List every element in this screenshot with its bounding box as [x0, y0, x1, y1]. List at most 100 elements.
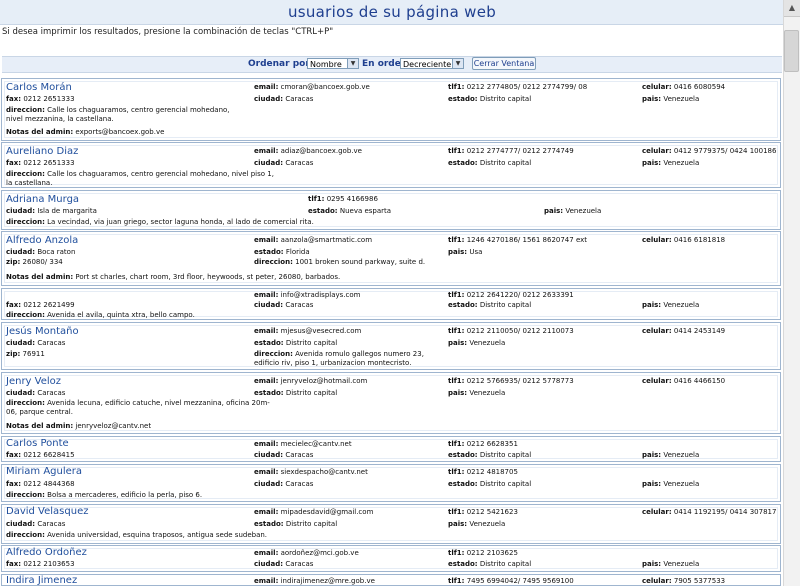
field-label: fax: [6, 95, 22, 103]
user-name[interactable]: Alfredo Anzola [6, 235, 78, 246]
field-value: mipadesdavid@gmail.com [280, 508, 374, 516]
tlf1-field: tlf1: 0212 6628351 [448, 440, 518, 448]
user-card: email: info@xtradisplays.com tlf1: 0212 … [1, 288, 781, 320]
email-field: email: mecielec@cantv.net [254, 440, 352, 448]
field-label: tlf1: [448, 236, 465, 244]
estado-field: estado: Distrito capital [254, 389, 337, 397]
field-value: 0212 2774805/ 0212 2774799/ 08 [466, 83, 588, 91]
field-value: siexdespacho@cantv.net [280, 468, 368, 476]
field-label: celular: [642, 236, 672, 244]
header-bar: usuarios de su página web [0, 0, 784, 25]
user-name[interactable]: Jenry Veloz [6, 376, 61, 387]
field-value: Avenida lecuna, edificio catuche, nivel … [6, 399, 270, 416]
direccion-field: direccion: Bolsa a mercaderes, edificio … [6, 491, 202, 499]
user-name[interactable]: Alfredo Ordoñez [6, 547, 87, 558]
user-name[interactable]: Aureliano Diaz [6, 146, 78, 157]
field-label: direccion: [6, 106, 45, 114]
field-value: 0212 4844368 [23, 480, 75, 488]
field-value: Distrito capital [479, 301, 532, 309]
scroll-up-arrow-icon[interactable]: ▲ [784, 0, 800, 17]
tlf1-field: tlf1: 0212 2641220/ 0212 2633391 [448, 291, 574, 299]
field-label: ciudad: [254, 560, 284, 568]
direccion-field: direccion: Calle los chaguaramos, centro… [6, 106, 246, 124]
zip-field: zip: 26080/ 334 [6, 258, 63, 266]
field-label: direccion: [6, 399, 45, 407]
estado-field: estado: Distrito capital [448, 480, 531, 488]
fax-field: fax: 0212 2651333 [6, 159, 75, 167]
pais-field: pais: Venezuela [642, 159, 699, 167]
email-field: email: jenryveloz@hotmail.com [254, 377, 367, 385]
field-label: tlf1: [448, 468, 465, 476]
field-label: pais: [642, 301, 662, 309]
field-label: celular: [642, 577, 672, 585]
pais-field: pais: Venezuela [642, 560, 699, 568]
field-label: direccion: [6, 170, 45, 178]
field-value: 0212 2110050/ 0212 2110073 [466, 327, 574, 335]
field-value: Venezuela [469, 520, 506, 528]
field-value: Boca raton [37, 248, 76, 256]
close-window-button[interactable]: Cerrar Ventana [472, 57, 536, 70]
tlf1-field: tlf1: 0295 4166986 [308, 195, 378, 203]
field-value: 0414 1192195/ 0414 307817 [673, 508, 777, 516]
direccion-field: direccion: Avenida lecuna, edificio catu… [6, 399, 276, 417]
tlf1-field: tlf1: 7495 6994042/ 7495 9569100 [448, 577, 574, 585]
field-value: Distrito capital [285, 339, 338, 347]
user-name[interactable]: Miriam Agulera [6, 466, 82, 477]
field-label: pais: [642, 159, 662, 167]
field-label: celular: [642, 83, 672, 91]
pais-field: pais: Venezuela [642, 480, 699, 488]
direccion-field: direccion: Avenida universidad, esquina … [6, 531, 267, 539]
chevron-down-icon: ▼ [452, 59, 463, 68]
estado-field: estado: Distrito capital [254, 520, 337, 528]
user-name[interactable]: Adriana Murga [6, 194, 79, 205]
scroll-thumb[interactable] [784, 30, 799, 72]
field-value: Caracas [37, 389, 66, 397]
chevron-down-icon: ▼ [347, 59, 358, 68]
field-label: email: [254, 291, 279, 299]
field-label: pais: [448, 339, 468, 347]
field-label: email: [254, 577, 279, 585]
field-value: Nueva esparta [339, 207, 392, 215]
field-value: Distrito capital [285, 520, 338, 528]
user-name[interactable]: Carlos Ponte [6, 438, 69, 449]
field-label: ciudad: [6, 339, 36, 347]
field-label: ciudad: [254, 451, 284, 459]
field-label: ciudad: [254, 480, 284, 488]
field-label: email: [254, 468, 279, 476]
field-label: ciudad: [6, 389, 36, 397]
order-by-select[interactable]: Nombre ▼ [307, 58, 359, 69]
email-field: email: mipadesdavid@gmail.com [254, 508, 373, 516]
field-value: 76911 [22, 350, 45, 358]
field-label: estado: [308, 207, 338, 215]
estado-field: estado: Distrito capital [448, 560, 531, 568]
user-name[interactable]: Jesús Montaño [6, 326, 79, 337]
fax-field: fax: 0212 6628415 [6, 451, 75, 459]
field-value: 0212 5766935/ 0212 5778773 [466, 377, 574, 385]
estado-field: estado: Distrito capital [448, 301, 531, 309]
field-label: tlf1: [448, 327, 465, 335]
field-label: celular: [642, 327, 672, 335]
user-card: Adriana Murga tlf1: 0295 4166986 ciudad:… [1, 190, 781, 230]
field-label: ciudad: [6, 520, 36, 528]
field-value: Distrito capital [479, 480, 532, 488]
field-label: estado: [448, 451, 478, 459]
tlf1-field: tlf1: 1246 4270186/ 1561 8620747 ext [448, 236, 587, 244]
tlf1-field: tlf1: 0212 2774777/ 0212 2774749 [448, 147, 574, 155]
user-name[interactable]: David Velasquez [6, 506, 88, 517]
field-label: email: [254, 147, 279, 155]
field-label: pais: [544, 207, 564, 215]
order-select[interactable]: Decreciente ▼ [400, 58, 464, 69]
field-label: Notas del admin: [6, 422, 74, 430]
user-name[interactable]: Indira Jimenez [6, 575, 77, 586]
field-label: pais: [448, 520, 468, 528]
field-value: 7905 5377533 [673, 577, 726, 585]
field-label: email: [254, 83, 279, 91]
field-value: Caracas [37, 520, 66, 528]
vertical-scrollbar[interactable]: ▲ [783, 0, 800, 586]
user-card: Carlos Morán email: cmoran@bancoex.gob.v… [1, 78, 781, 141]
user-card: Alfredo Ordoñez email: aordoñez@mci.gob.… [1, 545, 781, 572]
user-name[interactable]: Carlos Morán [6, 82, 72, 93]
estado-field: estado: Distrito capital [448, 159, 531, 167]
field-label: estado: [254, 248, 284, 256]
field-value: 0212 5421623 [466, 508, 518, 516]
